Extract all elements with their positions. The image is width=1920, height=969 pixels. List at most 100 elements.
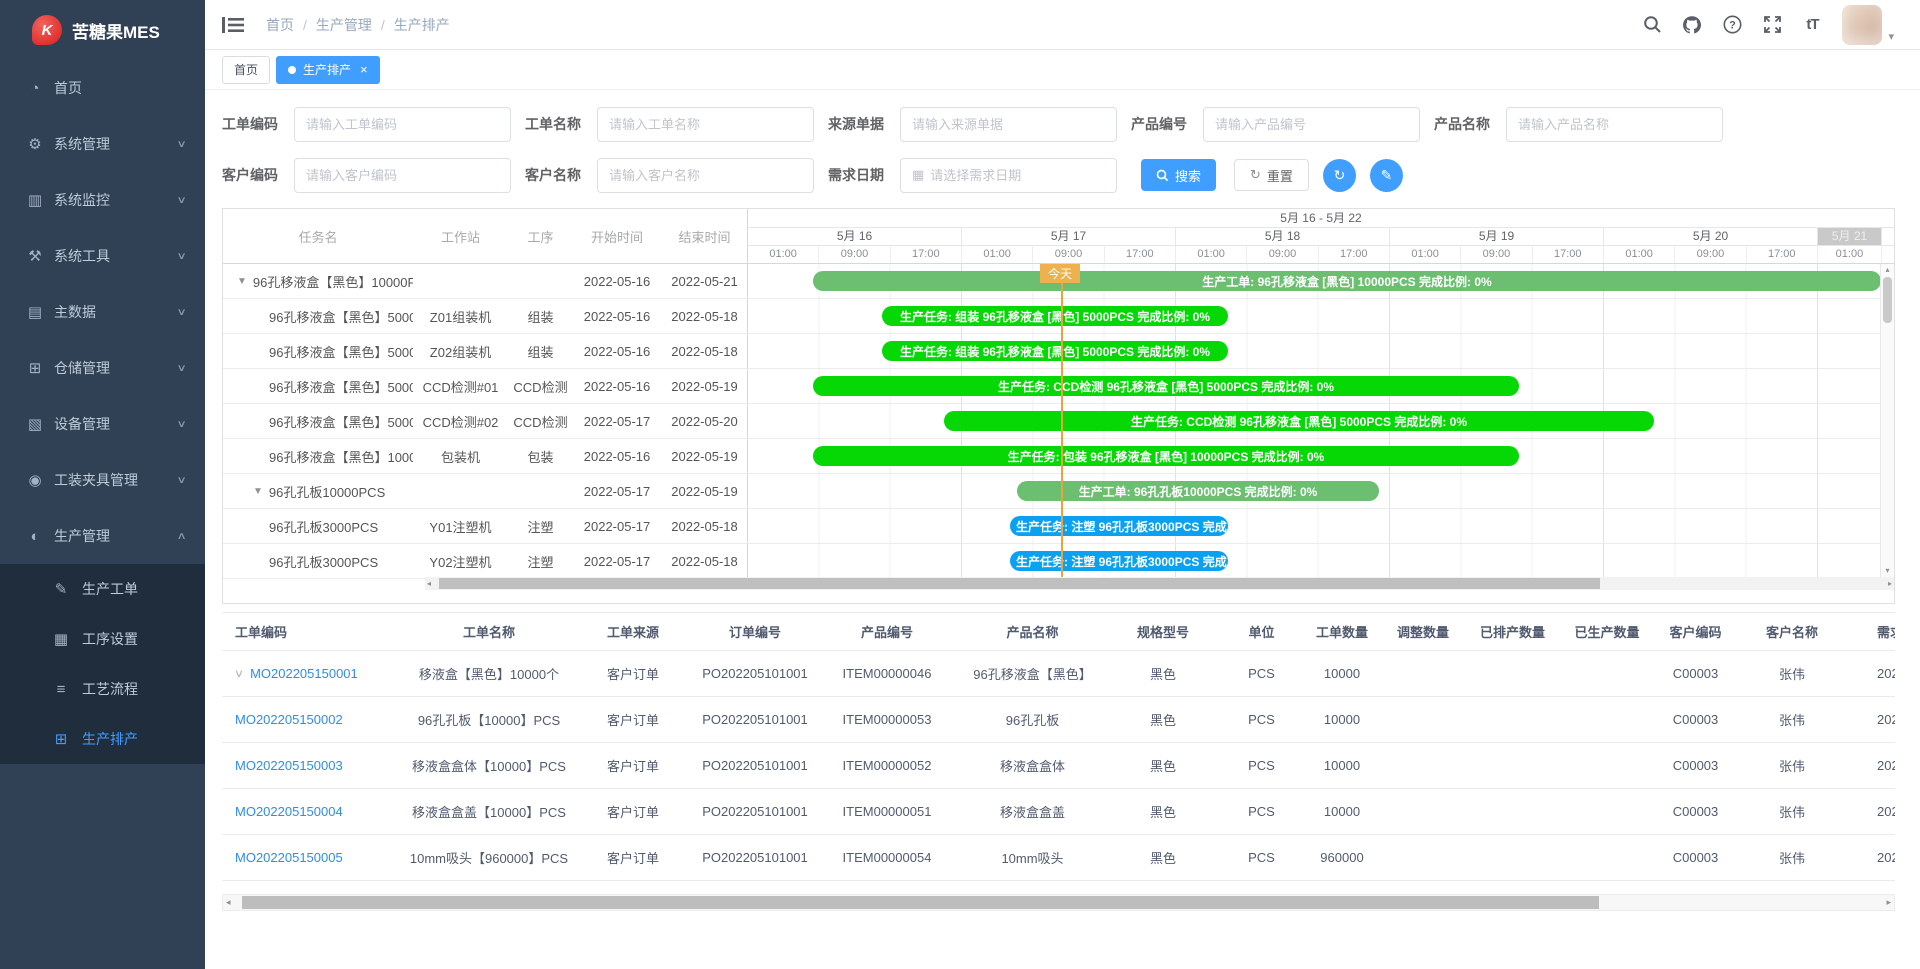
task-name-cell[interactable]: ▼ 96孔移液盒【黑色】10000PCS (223, 272, 413, 291)
table-row[interactable]: MO202205150002 96孔孔板【10000】PCS 客户订单 PO20… (222, 697, 1895, 743)
text-input[interactable] (609, 117, 802, 132)
text-input[interactable] (912, 117, 1105, 132)
filter-field: 客户名称 (525, 158, 814, 193)
sidebar-subitem[interactable]: ≡ 工艺流程 (0, 664, 205, 714)
table-horizontal-scrollbar[interactable]: ◂ ▸ (222, 894, 1895, 911)
task-name-cell[interactable]: 96孔移液盒【黑色】5000PCS (223, 342, 413, 361)
gantt-body: ▼ 96孔移液盒【黑色】10000PCS 2022-05-16 2022-05-… (223, 264, 1894, 590)
task-name-cell[interactable]: 96孔孔板3000PCS (223, 552, 413, 571)
row-expand-icon[interactable]: ∨ (234, 667, 244, 680)
user-menu[interactable]: ▾ (1842, 5, 1894, 45)
task-name-cell[interactable]: 96孔移液盒【黑色】10000PCS (223, 447, 413, 466)
gantt-bar[interactable]: 生产任务: 注塑 96孔孔板3000PCS 完成比例: 0% (1010, 551, 1228, 571)
timeline-hour-cell: 01:00 (748, 246, 819, 263)
calendar-icon: ▦ (912, 167, 924, 183)
help-icon[interactable]: ? (1722, 15, 1742, 35)
gantt-bar[interactable]: 生产工单: 96孔孔板10000PCS 完成比例: 0% (1017, 481, 1379, 501)
refresh-round-button[interactable]: ↻ (1323, 159, 1356, 192)
sidebar-item[interactable]: ⊞ 仓储管理 ∨ (0, 340, 205, 396)
table-cell: 2022 (1847, 850, 1895, 865)
table-row[interactable]: MO202205150003 移液盒盒体【10000】PCS 客户订单 PO20… (222, 743, 1895, 789)
scrollbar-thumb[interactable] (1883, 277, 1892, 323)
gantt-horizontal-scrollbar[interactable]: ◂ ▸ (425, 577, 1894, 590)
app-logo: K 苦糖果MES (0, 0, 205, 60)
breadcrumb-item[interactable]: 首页 (266, 15, 316, 35)
timeline-day-cell: 5月 20 (1604, 228, 1818, 245)
workstation-cell: Z01组装机 (413, 307, 508, 326)
scrollbar-thumb[interactable] (439, 578, 1600, 589)
gantt-bar[interactable]: 生产任务: 包装 96孔移液盒 [黑色] 10000PCS 完成比例: 0% (813, 446, 1519, 466)
sidebar-item[interactable]: ◔ 首页 (0, 60, 205, 116)
task-name-cell[interactable]: ▼ 96孔孔板10000PCS (223, 482, 413, 501)
avatar[interactable] (1842, 5, 1882, 45)
gantt-bar[interactable]: 生产任务: CCD检测 96孔移液盒 [黑色] 5000PCS 完成比例: 0% (944, 411, 1654, 431)
gantt-vertical-scrollbar[interactable]: ▴ ▾ (1880, 264, 1894, 577)
breadcrumb-item[interactable]: 生产管理 (316, 15, 394, 35)
sidebar-item[interactable]: ⚒ 系统工具 ∨ (0, 228, 205, 284)
table-row[interactable]: ∨ MO202205150001 移液盒【黑色】10000个 客户订单 PO20 (222, 651, 1895, 697)
gear-icon: ⚙ (24, 135, 46, 153)
gantt-column-header: 工作站 (413, 227, 508, 246)
gantt-bar[interactable]: 生产任务: 注塑 96孔孔板3000PCS 完成比例: 0% (1010, 516, 1228, 536)
close-icon[interactable]: × (360, 63, 368, 76)
text-input[interactable] (306, 117, 499, 132)
table-row[interactable]: MO202205150005 10mm吸头【960000】PCS 客户订单 PO… (222, 835, 1895, 881)
scroll-left-icon[interactable]: ◂ (226, 895, 231, 910)
cell-value: C00003 (1673, 758, 1719, 773)
fullscreen-icon[interactable] (1762, 15, 1782, 35)
task-name-cell[interactable]: 96孔孔板3000PCS (223, 587, 413, 591)
cell-value: 96孔孔板【10000】PCS (418, 713, 560, 728)
sidebar-item[interactable]: ⚙ 系统管理 ∨ (0, 116, 205, 172)
sidebar-subitem[interactable]: ✎ 生产工单 (0, 564, 205, 614)
table-row[interactable]: MO202205150004 移液盒盒盖【10000】PCS 客户订单 PO20… (222, 789, 1895, 835)
sidebar-item[interactable]: ▥ 系统监控 ∨ (0, 172, 205, 228)
sidebar-item[interactable]: ▤ 主数据 ∨ (0, 284, 205, 340)
sidebar-subitem[interactable]: ⊞ 生产排产 (0, 714, 205, 764)
gantt-bar[interactable]: 生产任务: CCD检测 96孔移液盒 [黑色] 5000PCS 完成比例: 0% (813, 376, 1519, 396)
sidebar-item[interactable]: ◉ 工装夹具管理 ∨ (0, 452, 205, 508)
expand-caret-icon[interactable]: ▼ (237, 276, 247, 287)
cell-value: 张伟 (1779, 667, 1805, 682)
search-icon[interactable] (1642, 15, 1662, 35)
scroll-up-icon[interactable]: ▴ (1881, 264, 1894, 276)
font-size-icon[interactable]: tT (1802, 15, 1822, 35)
gantt-row-chart: 生产任务: 注塑 96孔孔板3000PCS 完成比例: 0% (748, 544, 1894, 578)
task-name: 96孔孔板3000PCS (269, 552, 378, 571)
search-button[interactable]: 搜索 (1141, 159, 1216, 191)
sidebar-item[interactable]: ◐ 生产管理 ∧ (0, 508, 205, 564)
github-icon[interactable] (1682, 15, 1702, 35)
view-tab[interactable]: 首页 (222, 56, 270, 84)
text-input[interactable] (1215, 117, 1408, 132)
breadcrumb-item[interactable]: 生产排产 (394, 15, 450, 35)
view-tab-label: 首页 (234, 61, 258, 78)
scroll-left-icon[interactable]: ◂ (427, 577, 431, 590)
task-name-cell[interactable]: 96孔孔板3000PCS (223, 517, 413, 536)
reset-button[interactable]: ↻ 重置 (1234, 159, 1309, 191)
sidebar-item[interactable]: ▧ 设备管理 ∨ (0, 396, 205, 452)
expand-caret-icon[interactable]: ▼ (253, 486, 263, 497)
text-input[interactable] (306, 168, 499, 183)
text-input[interactable] (930, 168, 1105, 183)
text-input[interactable] (1518, 117, 1711, 132)
collapse-menu-icon[interactable] (222, 16, 244, 34)
gantt-bar[interactable]: 生产工单: 96孔移液盒 [黑色] 10000PCS 完成比例: 0% (813, 271, 1881, 291)
end-time-cell: 2022-05-18 (661, 519, 748, 534)
refresh-icon: ↻ (1334, 167, 1346, 184)
table-column-header: 工单名称 (407, 622, 571, 641)
view-tab[interactable]: 生产排产 × (276, 56, 380, 84)
scrollbar-thumb[interactable] (242, 896, 1599, 909)
cell-value: 10000 (1324, 804, 1360, 819)
task-name-cell[interactable]: 96孔移液盒【黑色】5000PCS (223, 377, 413, 396)
gantt-bar[interactable]: 生产任务: 组装 96孔移液盒 [黑色] 5000PCS 完成比例: 0% (882, 341, 1228, 361)
start-time-cell: 2022-05-16 (573, 274, 661, 289)
task-name-cell[interactable]: 96孔移液盒【黑色】5000PCS (223, 307, 413, 326)
task-name-cell[interactable]: 96孔移液盒【黑色】5000PCS (223, 412, 413, 431)
scroll-down-icon[interactable]: ▾ (1881, 565, 1894, 577)
table-column-header: 订单编号 (695, 622, 815, 641)
text-input[interactable] (609, 168, 802, 183)
sidebar-subitem[interactable]: ▦ 工序设置 (0, 614, 205, 664)
edit-round-button[interactable]: ✎ (1370, 159, 1403, 192)
gantt-bar[interactable]: 生产任务: 组装 96孔移液盒 [黑色] 5000PCS 完成比例: 0% (882, 306, 1228, 326)
scroll-right-icon[interactable]: ▸ (1886, 895, 1891, 910)
scroll-right-icon[interactable]: ▸ (1888, 577, 1892, 590)
